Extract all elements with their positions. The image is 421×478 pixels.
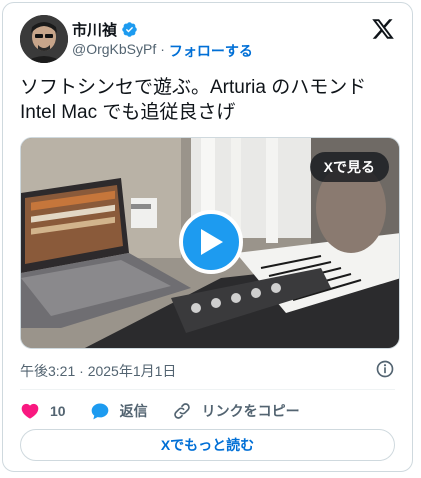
reply-bubble-icon bbox=[91, 403, 108, 420]
x-logo-icon[interactable] bbox=[371, 17, 395, 41]
copy-link-label: リンクをコピー bbox=[201, 403, 300, 419]
author-name[interactable]: 市川禎 bbox=[72, 19, 117, 40]
like-count: 10 bbox=[50, 403, 66, 419]
copy-link-button[interactable]: リンクをコピー bbox=[172, 401, 300, 421]
like-button[interactable]: 10 bbox=[20, 401, 66, 421]
avatar[interactable] bbox=[20, 15, 68, 63]
action-bar: 10 返信 リンクをコピー bbox=[20, 399, 324, 423]
play-icon bbox=[201, 229, 223, 255]
post-text-line-1: ソフトシンセで遊ぶ。Arturia のハモンド bbox=[20, 77, 367, 98]
post-text-line-2: Intel Mac でも追従良さげ bbox=[20, 102, 236, 123]
divider bbox=[20, 389, 395, 390]
verified-badge-icon bbox=[122, 22, 137, 37]
play-button[interactable] bbox=[179, 210, 243, 274]
info-icon[interactable] bbox=[375, 359, 395, 379]
heart-icon bbox=[21, 403, 39, 419]
reply-label: 返信 bbox=[119, 403, 148, 419]
author-handle[interactable]: @OrgKbSyPf bbox=[72, 41, 156, 61]
post-timestamp[interactable]: 午後3:21 · 2025年1月1日 bbox=[20, 361, 176, 381]
follow-button[interactable]: フォローする bbox=[169, 41, 253, 61]
link-icon bbox=[173, 403, 190, 419]
watch-on-x-button[interactable]: Xで見る bbox=[309, 152, 389, 182]
read-more-on-x-button[interactable]: Xでもっと読む bbox=[20, 429, 395, 461]
post-text: ソフトシンセで遊ぶ。Arturia のハモンド Intel Mac でも追従良さ… bbox=[20, 75, 400, 125]
video-player[interactable]: Xで見る bbox=[20, 137, 400, 349]
post-header: 市川禎 @OrgKbSyPf · フォローする bbox=[20, 15, 395, 63]
reply-button[interactable]: 返信 bbox=[90, 401, 148, 421]
embedded-post-card: 市川禎 @OrgKbSyPf · フォローする ソフトシンセで遊ぶ。Arturi… bbox=[2, 2, 413, 472]
separator-dot: · bbox=[160, 41, 165, 57]
